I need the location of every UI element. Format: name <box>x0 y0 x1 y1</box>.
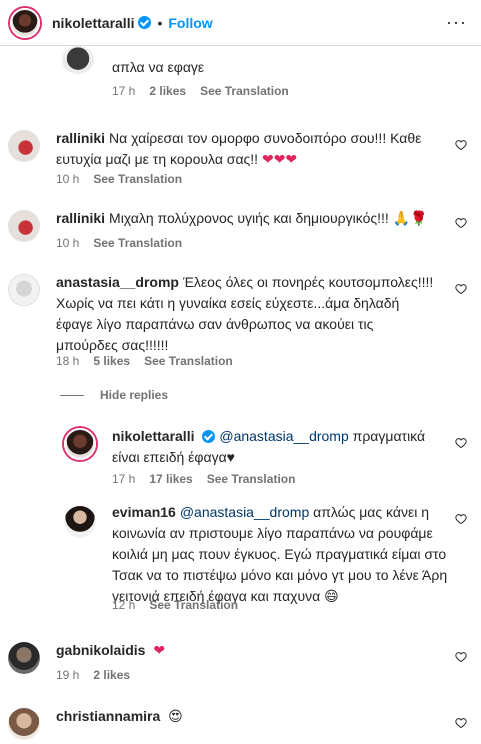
comment-time[interactable]: 19 h <box>56 668 79 682</box>
avatar[interactable] <box>64 506 96 538</box>
see-translation-link[interactable]: See Translation <box>207 472 296 486</box>
pray-rose-emoji-icon: 🙏🌹 <box>392 211 428 227</box>
avatar[interactable] <box>8 274 40 306</box>
mention-link[interactable]: @anastasia__dromp <box>180 504 309 520</box>
like-heart-icon[interactable] <box>455 650 467 663</box>
comment-text: ralliniki Να χαίρεσαι τον ομορφο συνοδοιπ… <box>56 128 436 171</box>
see-translation-link[interactable]: See Translation <box>144 354 233 368</box>
verified-badge-icon <box>138 16 152 29</box>
reply-likes[interactable]: 17 likes <box>149 472 192 486</box>
see-translation-link[interactable]: See Translation <box>200 84 289 98</box>
comment-meta: 18 h 5 likes See Translation <box>56 354 233 368</box>
comment-text: christiannamira 😍 <box>56 706 436 728</box>
comment-username[interactable]: anastasia__dromp <box>56 274 179 290</box>
avatar[interactable] <box>62 46 94 74</box>
comment-text: anastasia__dromp Έλεος όλες οι πονηρές κο… <box>56 272 436 356</box>
comment-meta: 17 h 2 likes See Translation <box>112 84 289 98</box>
hide-replies-button[interactable]: Hide replies <box>60 388 168 402</box>
comment-likes[interactable]: 5 likes <box>93 354 130 368</box>
like-heart-icon[interactable] <box>455 138 467 151</box>
separator-dot: • <box>157 14 163 31</box>
hide-replies-label: Hide replies <box>100 388 169 402</box>
comment-time[interactable]: 10 h <box>56 236 79 250</box>
follow-button[interactable]: Follow <box>168 15 212 31</box>
avatar[interactable] <box>8 642 40 674</box>
reply-username[interactable]: nikolettaralli <box>112 428 194 444</box>
post-header: nikolettaralli • Follow ··· <box>0 0 481 46</box>
comment-username[interactable]: gabnikolaidis <box>56 642 145 658</box>
header-username[interactable]: nikolettaralli <box>52 15 134 31</box>
comment-username[interactable]: ralliniki <box>56 210 105 226</box>
see-translation-link[interactable]: See Translation <box>93 172 182 186</box>
see-translation-link[interactable]: See Translation <box>149 598 238 612</box>
see-translation-link[interactable]: See Translation <box>93 236 182 250</box>
avatar[interactable] <box>8 210 40 242</box>
like-heart-icon[interactable] <box>455 216 467 229</box>
comment-time[interactable]: 10 h <box>56 172 79 186</box>
comment-meta: 10 h See Translation <box>56 236 182 250</box>
comment-likes[interactable]: 2 likes <box>149 84 186 98</box>
comment-username[interactable]: christiannamira <box>56 708 160 724</box>
reply-text: eviman16 @anastasia__dromp απλώς μας κάνε… <box>112 502 452 608</box>
like-heart-icon[interactable] <box>455 436 467 449</box>
comment-likes[interactable]: 2 likes <box>93 668 130 682</box>
reply-text: nikolettaralli @anastasia__dromp πραγματ… <box>112 426 442 468</box>
mention-link[interactable]: @anastasia__dromp <box>219 428 348 444</box>
comment-username[interactable]: ralliniki <box>56 130 105 146</box>
reply-time[interactable]: 17 h <box>112 472 135 486</box>
hide-replies-line <box>60 394 84 396</box>
reply-meta: 12 h See Translation <box>112 598 238 612</box>
avatar[interactable] <box>64 428 96 460</box>
heart-emoji-icon: ❤❤❤ <box>261 152 298 168</box>
comment-text: απλα να εφαγε <box>112 59 205 75</box>
comment-text: gabnikolaidis ❤ <box>56 640 436 662</box>
avatar[interactable] <box>8 708 40 740</box>
like-heart-icon[interactable] <box>455 282 467 295</box>
avatar[interactable] <box>10 7 40 38</box>
laughing-emoji-icon: 😄 <box>324 589 339 605</box>
comment-time[interactable]: 18 h <box>56 354 79 368</box>
comment-time[interactable]: 17 h <box>112 84 135 98</box>
reply-time[interactable]: 12 h <box>112 598 135 612</box>
heart-eyes-emoji-icon: 😍 <box>168 709 183 725</box>
like-heart-icon[interactable] <box>455 512 467 525</box>
verified-badge-icon <box>202 430 216 443</box>
comment-meta: 19 h 2 likes <box>56 668 130 682</box>
like-heart-icon[interactable] <box>455 716 467 729</box>
reply-username[interactable]: eviman16 <box>112 504 176 520</box>
reply-meta: 17 h 17 likes See Translation <box>112 472 295 486</box>
comment-meta: 10 h See Translation <box>56 172 182 186</box>
more-options-icon[interactable]: ··· <box>446 12 467 33</box>
comment-body: Μιχαλη πολύχρονος υγιής και δημιουργικός… <box>109 210 389 226</box>
comment-text: ralliniki Μιχαλη πολύχρονος υγιής και δημ… <box>56 208 446 230</box>
comment-body: Να χαίρεσαι τον ομορφο συνοδοιπόρο σου!!… <box>56 130 422 167</box>
avatar[interactable] <box>8 130 40 162</box>
heart-emoji-icon: ❤ <box>153 643 166 659</box>
